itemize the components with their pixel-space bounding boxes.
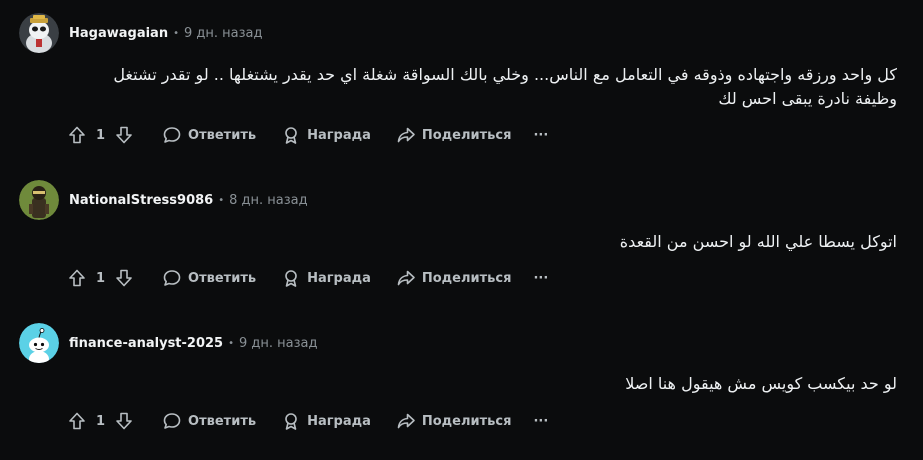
panda-avatar[interactable] bbox=[19, 13, 59, 53]
comment-text: لو حد بيكسب كويس مش هيقول هنا اصلا bbox=[625, 374, 897, 393]
timestamp[interactable]: 9 дн. назад bbox=[184, 26, 263, 41]
separator-dot: • bbox=[218, 194, 225, 206]
upvote-icon[interactable] bbox=[64, 122, 90, 148]
award-icon bbox=[278, 408, 304, 434]
upvote-icon[interactable] bbox=[64, 408, 90, 434]
award-button[interactable]: Награда bbox=[278, 122, 371, 148]
vote-count: 1 bbox=[96, 413, 106, 429]
separator-dot: • bbox=[173, 27, 179, 39]
reply-label: Ответить bbox=[188, 127, 257, 143]
comment-actions: 1 Ответить Награда Поделиться ··· bbox=[64, 405, 548, 437]
reply-label: Ответить bbox=[188, 413, 257, 429]
award-label: Награда bbox=[307, 127, 371, 143]
comment-bubble-icon bbox=[159, 122, 185, 148]
more-dots-icon: ··· bbox=[533, 127, 549, 143]
snoo-avatar[interactable] bbox=[19, 323, 59, 363]
comment-text: اتوكل يسطا علي الله لو احسن من القعدة bbox=[619, 232, 897, 251]
comment-text: كل واحد ورزقه واجتهاده وذوقه في التعامل … bbox=[113, 65, 897, 108]
author-name[interactable]: finance-analyst-2025 bbox=[69, 336, 223, 351]
vote-group: 1 bbox=[64, 408, 137, 434]
author-name[interactable]: NationalStress9086 bbox=[69, 193, 213, 208]
share-label: Поделиться bbox=[421, 413, 512, 429]
author-name[interactable]: Hagawagaian bbox=[69, 26, 168, 41]
reply-button[interactable]: Ответить bbox=[159, 265, 256, 291]
more-dots-icon: ··· bbox=[533, 270, 549, 286]
share-button[interactable]: Поделиться bbox=[393, 408, 512, 434]
share-button[interactable]: Поделиться bbox=[393, 122, 512, 148]
character-avatar[interactable] bbox=[19, 180, 59, 220]
comment-actions: 1 Ответить Награда Поделиться ··· bbox=[64, 262, 548, 294]
reply-button[interactable]: Ответить bbox=[159, 122, 256, 148]
downvote-icon[interactable] bbox=[111, 265, 137, 291]
award-icon bbox=[278, 122, 304, 148]
more-options-button[interactable]: ··· bbox=[533, 128, 548, 143]
reply-button[interactable]: Ответить bbox=[159, 408, 256, 434]
share-icon bbox=[393, 122, 419, 148]
timestamp[interactable]: 8 дн. назад bbox=[229, 193, 308, 208]
vote-count: 1 bbox=[96, 127, 106, 143]
more-dots-icon: ··· bbox=[533, 413, 549, 429]
share-label: Поделиться bbox=[421, 127, 512, 143]
more-options-button[interactable]: ··· bbox=[533, 271, 548, 286]
downvote-icon[interactable] bbox=[111, 122, 137, 148]
comment-meta: finance-analyst-2025 • 9 дн. назад bbox=[69, 323, 318, 363]
more-options-button[interactable]: ··· bbox=[533, 414, 548, 429]
vote-group: 1 bbox=[64, 265, 137, 291]
vote-count: 1 bbox=[96, 270, 106, 286]
comment-bubble-icon bbox=[159, 265, 185, 291]
award-button[interactable]: Награда bbox=[278, 408, 371, 434]
separator-dot: • bbox=[228, 337, 235, 349]
award-button[interactable]: Награда bbox=[278, 265, 371, 291]
upvote-icon[interactable] bbox=[64, 265, 90, 291]
award-label: Награда bbox=[307, 270, 371, 286]
share-icon bbox=[393, 408, 419, 434]
award-icon bbox=[278, 265, 304, 291]
comment-actions: 1 Ответить Награда Поделиться ··· bbox=[64, 119, 548, 151]
share-label: Поделиться bbox=[421, 270, 512, 286]
reply-label: Ответить bbox=[188, 270, 257, 286]
comment-meta: Hagawagaian • 9 дн. назад bbox=[69, 13, 262, 53]
comment-meta: NationalStress9086 • 8 дн. назад bbox=[69, 180, 308, 220]
award-label: Награда bbox=[307, 413, 371, 429]
comment-bubble-icon bbox=[159, 408, 185, 434]
vote-group: 1 bbox=[64, 122, 137, 148]
downvote-icon[interactable] bbox=[111, 408, 137, 434]
share-button[interactable]: Поделиться bbox=[393, 265, 512, 291]
share-icon bbox=[393, 265, 419, 291]
timestamp[interactable]: 9 дн. назад bbox=[239, 336, 318, 351]
